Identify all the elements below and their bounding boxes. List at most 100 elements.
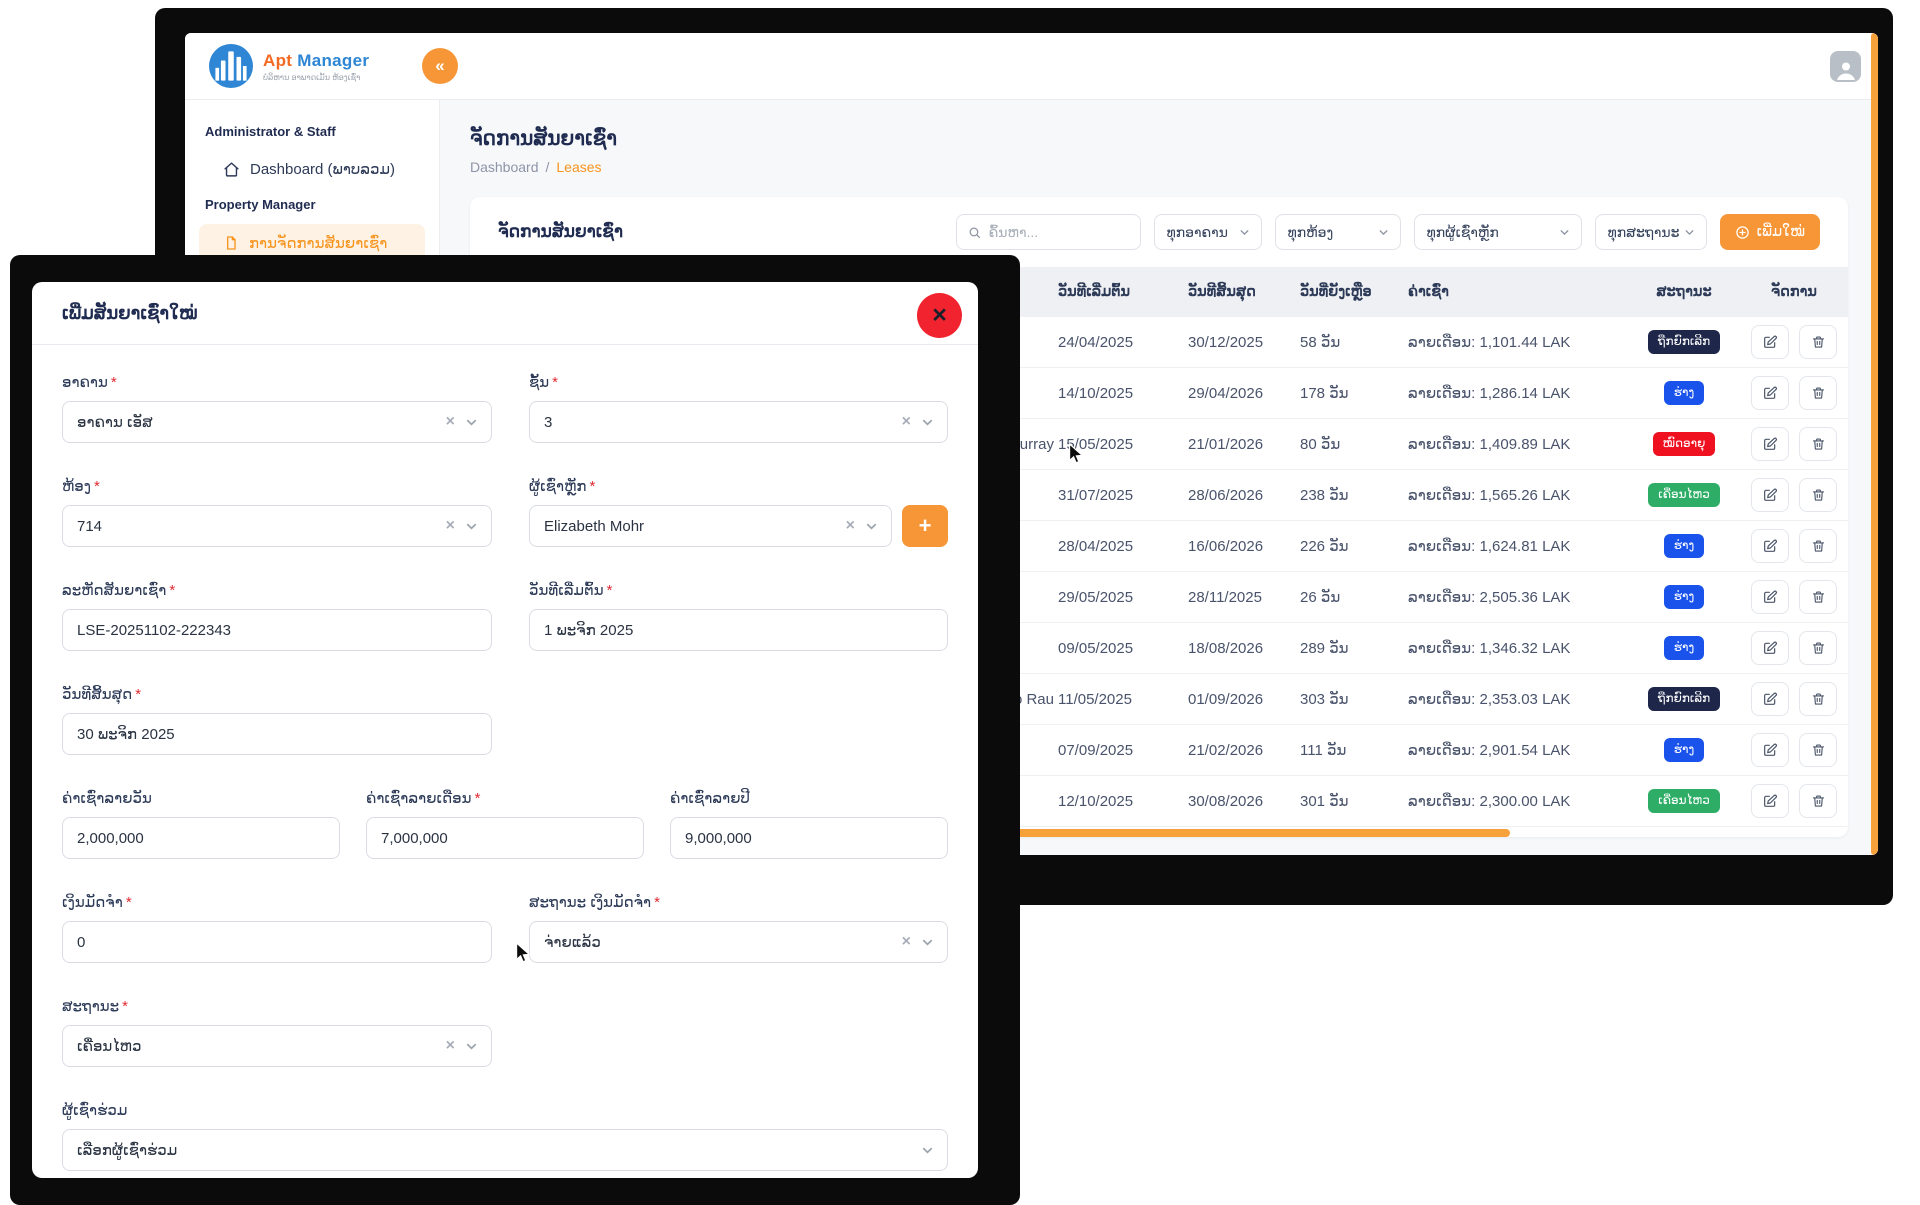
col-header-status: ສະຖານະ — [1628, 284, 1740, 300]
add-tenant-button[interactable]: + — [902, 505, 948, 547]
edit-icon — [1762, 436, 1778, 452]
vertical-scrollbar[interactable] — [1871, 33, 1878, 855]
delete-icon — [1811, 742, 1826, 758]
status-badge: ຮ່າງ — [1664, 636, 1704, 660]
edit-button[interactable] — [1751, 733, 1789, 767]
edit-icon — [1762, 334, 1778, 350]
breadcrumb: Dashboard / Leases — [470, 159, 1848, 175]
rent-daily-label: ຄ່າເຊົ່າລາຍວັນ — [62, 789, 340, 807]
end-date-cell: 29/04/2026 — [1188, 385, 1300, 402]
rent-cell: ລາຍເດືອນ: 1,624.81 LAK — [1408, 537, 1628, 555]
edit-button[interactable] — [1751, 631, 1789, 665]
breadcrumb-dashboard[interactable]: Dashboard — [470, 159, 539, 175]
delete-button[interactable] — [1799, 682, 1837, 716]
document-icon — [223, 235, 239, 251]
edit-button[interactable] — [1751, 529, 1789, 563]
add-lease-modal: ເພີ່ມສັນຍາເຊົ່າໃໝ່ × ອາຄານ* ອາຄານ ເອັສ ×… — [32, 282, 978, 1178]
close-button[interactable]: × — [917, 293, 962, 338]
add-new-button[interactable]: ເພີ່ມໃໝ່ — [1720, 214, 1820, 250]
chevron-down-icon — [1377, 226, 1390, 239]
app-title: Apt Manager — [263, 51, 369, 71]
rent-yearly-input[interactable] — [670, 817, 948, 859]
clear-icon[interactable]: × — [846, 517, 855, 535]
delete-button[interactable] — [1799, 478, 1837, 512]
start-date-cell: 12/10/2025 — [1058, 793, 1188, 810]
room-select[interactable]: 714 × — [62, 505, 492, 547]
rent-monthly-input[interactable] — [366, 817, 644, 859]
clear-icon[interactable]: × — [446, 1037, 455, 1055]
edit-button[interactable] — [1751, 784, 1789, 818]
days-remaining-cell: 58 ວັນ — [1300, 333, 1408, 351]
edit-button[interactable] — [1751, 325, 1789, 359]
clear-icon[interactable]: × — [446, 517, 455, 535]
days-remaining-cell: 178 ວັນ — [1300, 384, 1408, 402]
end-date-input[interactable] — [62, 713, 492, 755]
end-date-cell: 28/06/2026 — [1188, 487, 1300, 504]
start-date-cell: 09/05/2025 — [1058, 640, 1188, 657]
edit-button[interactable] — [1751, 376, 1789, 410]
app-subtitle: ບໍລິຫານ ອາພາດເມັ້ນ ຫ້ອງເຊົ່າ — [263, 73, 369, 82]
start-date-input[interactable] — [529, 609, 948, 651]
delete-button[interactable] — [1799, 631, 1837, 665]
rent-yearly-label: ຄ່າເຊົ່າລາຍປີ — [670, 789, 948, 807]
delete-button[interactable] — [1799, 784, 1837, 818]
filter-building-select[interactable]: ທຸກອາຄານ — [1154, 214, 1262, 250]
building-label: ອາຄານ* — [62, 373, 492, 391]
floor-select[interactable]: 3 × — [529, 401, 948, 443]
building-select[interactable]: ອາຄານ ເອັສ × — [62, 401, 492, 443]
deposit-input[interactable] — [62, 921, 492, 963]
main-tenant-select[interactable]: Elizabeth Mohr × — [529, 505, 892, 547]
delete-button[interactable] — [1799, 580, 1837, 614]
filter-room-select[interactable]: ທຸກຫ້ອງ — [1275, 214, 1401, 250]
filter-status-select[interactable]: ທຸກສະຖານະ — [1595, 214, 1707, 250]
end-date-cell: 30/12/2025 — [1188, 334, 1300, 351]
app-logo: Apt Manager ບໍລິຫານ ອາພາດເມັ້ນ ຫ້ອງເຊົ່າ — [209, 44, 369, 88]
days-remaining-cell: 238 ວັນ — [1300, 486, 1408, 504]
breadcrumb-separator: / — [546, 159, 550, 175]
delete-button[interactable] — [1799, 733, 1837, 767]
end-date-cell: 21/01/2026 — [1188, 436, 1300, 453]
close-icon: × — [932, 301, 947, 330]
end-date-label: ວັນທີສິ້ນສຸດ* — [62, 685, 492, 703]
lease-code-input[interactable] — [62, 609, 492, 651]
days-remaining-cell: 301 ວັນ — [1300, 792, 1408, 810]
chevron-down-icon — [464, 415, 479, 430]
edit-button[interactable] — [1751, 427, 1789, 461]
rent-cell: ລາຍເດືອນ: 2,505.36 LAK — [1408, 588, 1628, 606]
rent-cell: ລາຍເດືອນ: 1,565.26 LAK — [1408, 486, 1628, 504]
user-avatar[interactable] — [1830, 51, 1861, 82]
edit-button[interactable] — [1751, 478, 1789, 512]
end-date-cell: 01/09/2026 — [1188, 691, 1300, 708]
col-header-manage: ຈັດການ — [1740, 284, 1848, 300]
edit-button[interactable] — [1751, 682, 1789, 716]
edit-icon — [1762, 538, 1778, 554]
status-badge: ຖືກຍົກເລີກ — [1648, 330, 1720, 354]
status-select[interactable]: ເຄື່ອນໄຫວ × — [62, 1025, 492, 1067]
delete-button[interactable] — [1799, 427, 1837, 461]
clear-icon[interactable]: × — [902, 413, 911, 431]
sidebar-collapse-button[interactable]: « — [422, 48, 458, 84]
status-badge: ໝົດອາຍຸ — [1653, 432, 1716, 456]
rent-daily-input[interactable] — [62, 817, 340, 859]
delete-button[interactable] — [1799, 529, 1837, 563]
rent-cell: ລາຍເດືອນ: 1,286.14 LAK — [1408, 384, 1628, 402]
filter-tenant-select[interactable]: ທຸກຜູ້ເຊົ່າຫຼັກ — [1414, 214, 1582, 250]
co-tenants-select[interactable]: ເລືອກຜູ້ເຊົ່າຮ່ວມ — [62, 1129, 948, 1171]
delete-icon — [1811, 640, 1826, 656]
search-input[interactable] — [989, 224, 1129, 240]
edit-button[interactable] — [1751, 580, 1789, 614]
col-header-rent: ຄ່າເຊົ່າ — [1408, 284, 1628, 300]
clear-icon[interactable]: × — [446, 413, 455, 431]
rent-cell: ລາຍເດືອນ: 1,409.89 LAK — [1408, 435, 1628, 453]
search-box[interactable] — [956, 214, 1141, 250]
col-header-start: ວັນທີເລີ່ມຕົ້ນ — [1058, 284, 1188, 300]
deposit-status-select[interactable]: ຈ່າຍແລ້ວ × — [529, 921, 948, 963]
end-date-cell: 18/08/2026 — [1188, 640, 1300, 657]
delete-button[interactable] — [1799, 325, 1837, 359]
sidebar-item-dashboard[interactable]: Dashboard (ພາບລວມ) — [185, 151, 439, 187]
start-date-cell: 31/07/2025 — [1058, 487, 1188, 504]
edit-icon — [1762, 640, 1778, 656]
col-header-end: ວັນທີສິ້ນສຸດ — [1188, 284, 1300, 300]
clear-icon[interactable]: × — [902, 933, 911, 951]
delete-button[interactable] — [1799, 376, 1837, 410]
